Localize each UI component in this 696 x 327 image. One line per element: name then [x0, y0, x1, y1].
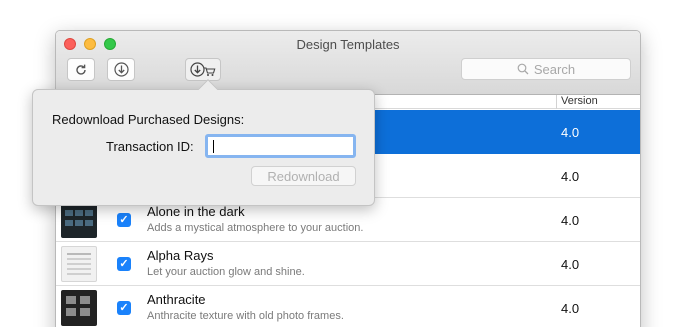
refresh-icon	[76, 64, 86, 75]
column-header-version[interactable]: Version	[561, 95, 598, 108]
download-cart-icon	[190, 62, 216, 77]
row-checkbox[interactable]: ✓	[117, 301, 131, 315]
design-name: Alpha Rays	[147, 248, 214, 263]
row-checkbox[interactable]: ✓	[117, 213, 131, 227]
search-field[interactable]: Search	[461, 58, 631, 80]
refresh-button[interactable]	[67, 58, 95, 81]
design-name: Alone in the dark	[147, 204, 245, 219]
text-cursor	[213, 140, 214, 153]
row-version: 4.0	[561, 257, 580, 272]
row-version: 4.0	[561, 301, 580, 316]
row-checkbox[interactable]: ✓	[117, 257, 131, 271]
row-version: 4.0	[561, 213, 580, 228]
search-icon	[517, 63, 529, 75]
download-button[interactable]	[107, 58, 135, 81]
row-version: 4.0	[561, 125, 580, 140]
redownload-button[interactable]: Redownload	[251, 166, 356, 186]
design-thumbnail	[61, 202, 97, 238]
design-thumbnail	[61, 246, 97, 282]
search-placeholder: Search	[533, 61, 576, 77]
column-separator	[556, 95, 557, 109]
table-row[interactable]: ✓ Anthracite Anthracite texture with old…	[56, 286, 640, 327]
redownload-purchases-button[interactable]	[185, 58, 221, 81]
window-title: Design Templates	[296, 37, 400, 52]
popover-title: Redownload Purchased Designs:	[52, 112, 245, 127]
design-description: Anthracite texture with old photo frames…	[147, 310, 344, 322]
download-icon	[113, 62, 129, 77]
row-version: 4.0	[561, 169, 580, 184]
design-description: Let your auction glow and shine.	[147, 266, 305, 278]
redownload-popover: Redownload Purchased Designs: Transactio…	[32, 79, 375, 206]
table-row[interactable]: ✓ Alpha Rays Let your auction glow and s…	[56, 242, 640, 286]
design-description: Adds a mystical atmosphere to your aucti…	[147, 222, 364, 234]
design-name: Anthracite	[147, 292, 206, 307]
transaction-id-label: Transaction ID:	[106, 139, 194, 154]
transaction-id-field[interactable]	[205, 134, 356, 158]
titlebar: Design Templates Search	[56, 31, 640, 95]
design-thumbnail	[61, 290, 97, 326]
